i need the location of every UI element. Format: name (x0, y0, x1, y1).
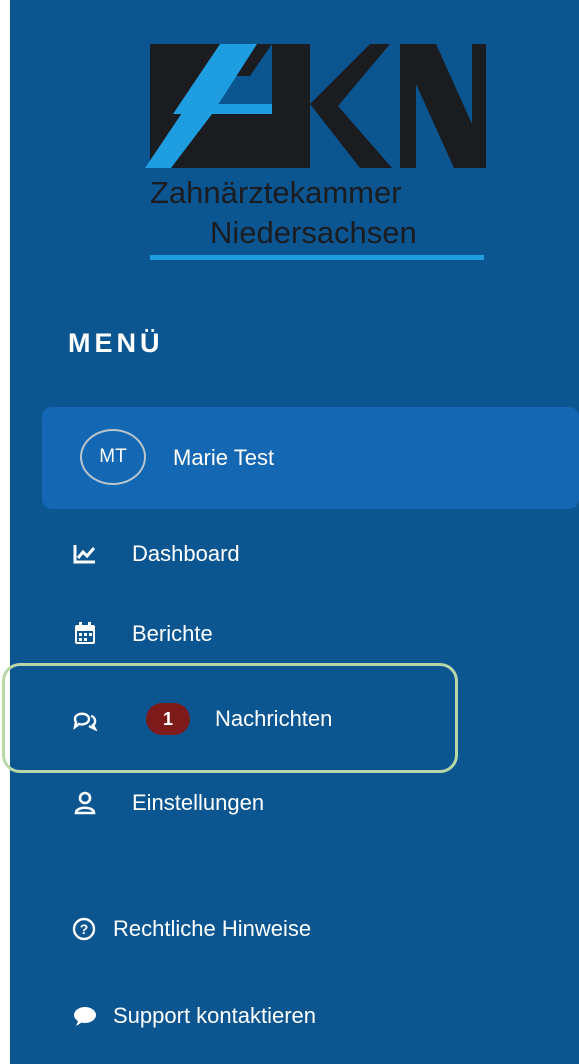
chart-line-icon (72, 542, 98, 566)
nav-label-nachrichten: Nachrichten (215, 706, 333, 731)
logo-text-line1: Zahnärztekammer (150, 175, 402, 210)
logo-text-line2: Niedersachsen (210, 215, 417, 250)
nav-item-einstellungen[interactable]: Einstellungen (10, 771, 579, 835)
chat-bubbles-icon (72, 707, 98, 732)
logo-underline (150, 255, 484, 260)
menu-title: MENÜ (68, 328, 164, 358)
calendar-icon (72, 622, 98, 646)
nav-item-berichte[interactable]: Berichte (10, 602, 579, 666)
nav-label-berichte: Berichte (132, 621, 213, 646)
nav-item-dashboard[interactable]: Dashboard (10, 522, 579, 586)
zkn-logo: Zahnärztekammer Niedersachsen (140, 44, 486, 266)
help-circle-icon: ? (72, 917, 98, 941)
user-icon (72, 791, 98, 815)
speech-bubble-icon (72, 1004, 98, 1028)
nav-label-support-kontaktieren: Support kontaktieren (113, 1003, 317, 1028)
nav-label-einstellungen: Einstellungen (132, 790, 265, 815)
sidebar: Zahnärztekammer Niedersachsen MENÜ MT Ma… (2, 0, 579, 1064)
nav-item-nachrichten[interactable]: 1 Nachrichten (2, 663, 579, 773)
nav-item-support-kontaktieren[interactable]: Support kontaktieren (10, 984, 579, 1048)
unread-badge: 1 (146, 703, 190, 735)
nav-label-dashboard: Dashboard (132, 541, 240, 566)
nav-label-rechtliche-hinweise: Rechtliche Hinweise (113, 916, 312, 941)
avatar: MT (80, 429, 146, 485)
svg-text:?: ? (80, 921, 89, 937)
nav-item-rechtliche-hinweise[interactable]: ? Rechtliche Hinweise (10, 897, 579, 961)
user-profile-item[interactable]: MT Marie Test (42, 407, 579, 509)
zkn-logo-mark (145, 44, 486, 168)
user-name: Marie Test (173, 445, 275, 470)
